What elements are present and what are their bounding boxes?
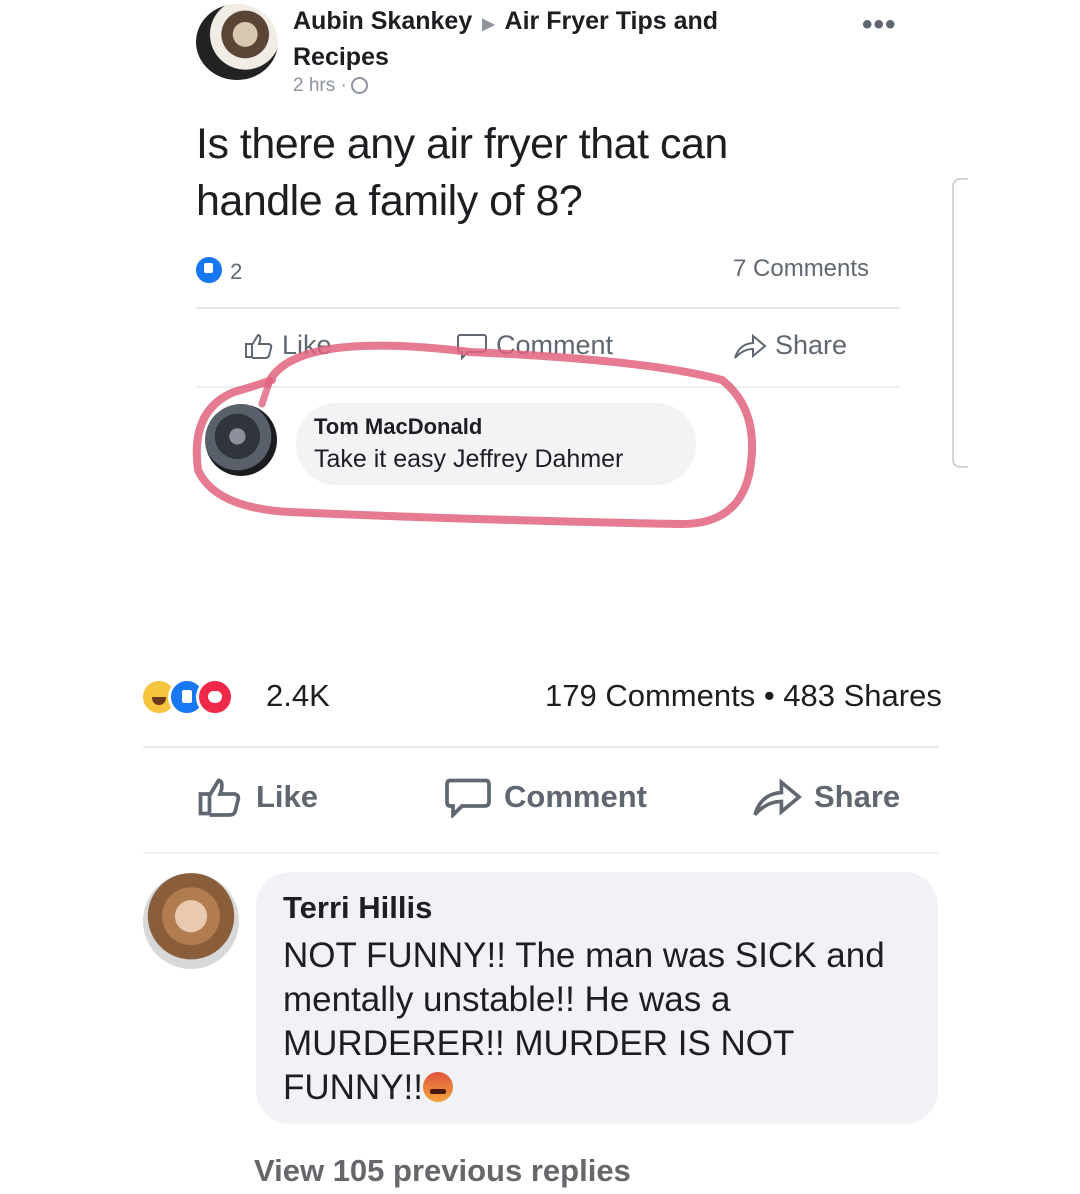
more-options-button[interactable]: •••: [862, 8, 897, 42]
like-button[interactable]: Like: [244, 330, 332, 361]
view-previous-replies-link[interactable]: View 105 previous replies: [254, 1153, 631, 1189]
scrollbar[interactable]: [952, 178, 968, 468]
reaction-icons[interactable]: [140, 678, 234, 716]
like-label: Like: [256, 779, 319, 814]
arrow-right-icon: ▶: [482, 16, 495, 33]
post-header: Aubin Skankey ▶ Air Fryer Tips and Recipes: [293, 5, 793, 73]
comment-text: Take it easy Jeffrey Dahmer: [314, 445, 624, 473]
commenter-name[interactable]: Tom MacDonald: [314, 414, 482, 440]
reaction-count: 2: [230, 259, 243, 284]
comments-shares-count[interactable]: 179 Comments • 483 Shares: [545, 678, 942, 714]
divider: [196, 307, 900, 309]
commenter-avatar[interactable]: [205, 404, 277, 476]
comment-label: Comment: [504, 779, 647, 814]
share-label: Share: [775, 330, 848, 360]
comment-button[interactable]: Comment: [444, 776, 647, 818]
share-arrow-icon: [734, 333, 767, 359]
divider: [143, 746, 939, 748]
author-avatar[interactable]: [196, 4, 278, 80]
post-text: Is there any air fryer that can handle a…: [196, 120, 728, 225]
angry-emoji-icon: [423, 1072, 453, 1102]
comment-text: NOT FUNNY!! The man was SICK and mentall…: [283, 934, 913, 1110]
like-label: Like: [282, 330, 332, 360]
comment-button[interactable]: Comment: [456, 330, 613, 361]
divider: [143, 852, 939, 854]
share-button[interactable]: Share: [733, 330, 847, 361]
post-timestamp[interactable]: 2 hrs ·: [293, 75, 368, 97]
divider: [196, 386, 900, 388]
share-arrow-icon: [753, 778, 802, 816]
reaction-summary[interactable]: 2: [194, 255, 242, 285]
thumbs-up-icon: [245, 333, 273, 359]
share-button[interactable]: Share: [752, 776, 900, 818]
love-reaction-icon: [196, 678, 234, 716]
comments-count[interactable]: 7 Comments: [733, 255, 869, 283]
speech-bubble-icon: [445, 778, 491, 818]
thumbs-up-icon: [198, 778, 241, 817]
commenter-name[interactable]: Terri Hillis: [283, 890, 432, 926]
commenter-avatar[interactable]: [143, 873, 239, 969]
like-reaction-icon: [194, 255, 224, 285]
author-name[interactable]: Aubin Skankey: [293, 7, 472, 35]
like-button[interactable]: Like: [196, 776, 318, 818]
comment-text-body: NOT FUNNY!! The man was SICK and mentall…: [283, 936, 885, 1107]
speech-bubble-icon: [457, 333, 487, 360]
share-label: Share: [814, 779, 901, 814]
globe-icon: [350, 77, 368, 94]
reaction-count[interactable]: 2.4K: [266, 678, 330, 714]
timestamp-text: 2 hrs ·: [293, 75, 347, 96]
comment-label: Comment: [496, 330, 614, 360]
